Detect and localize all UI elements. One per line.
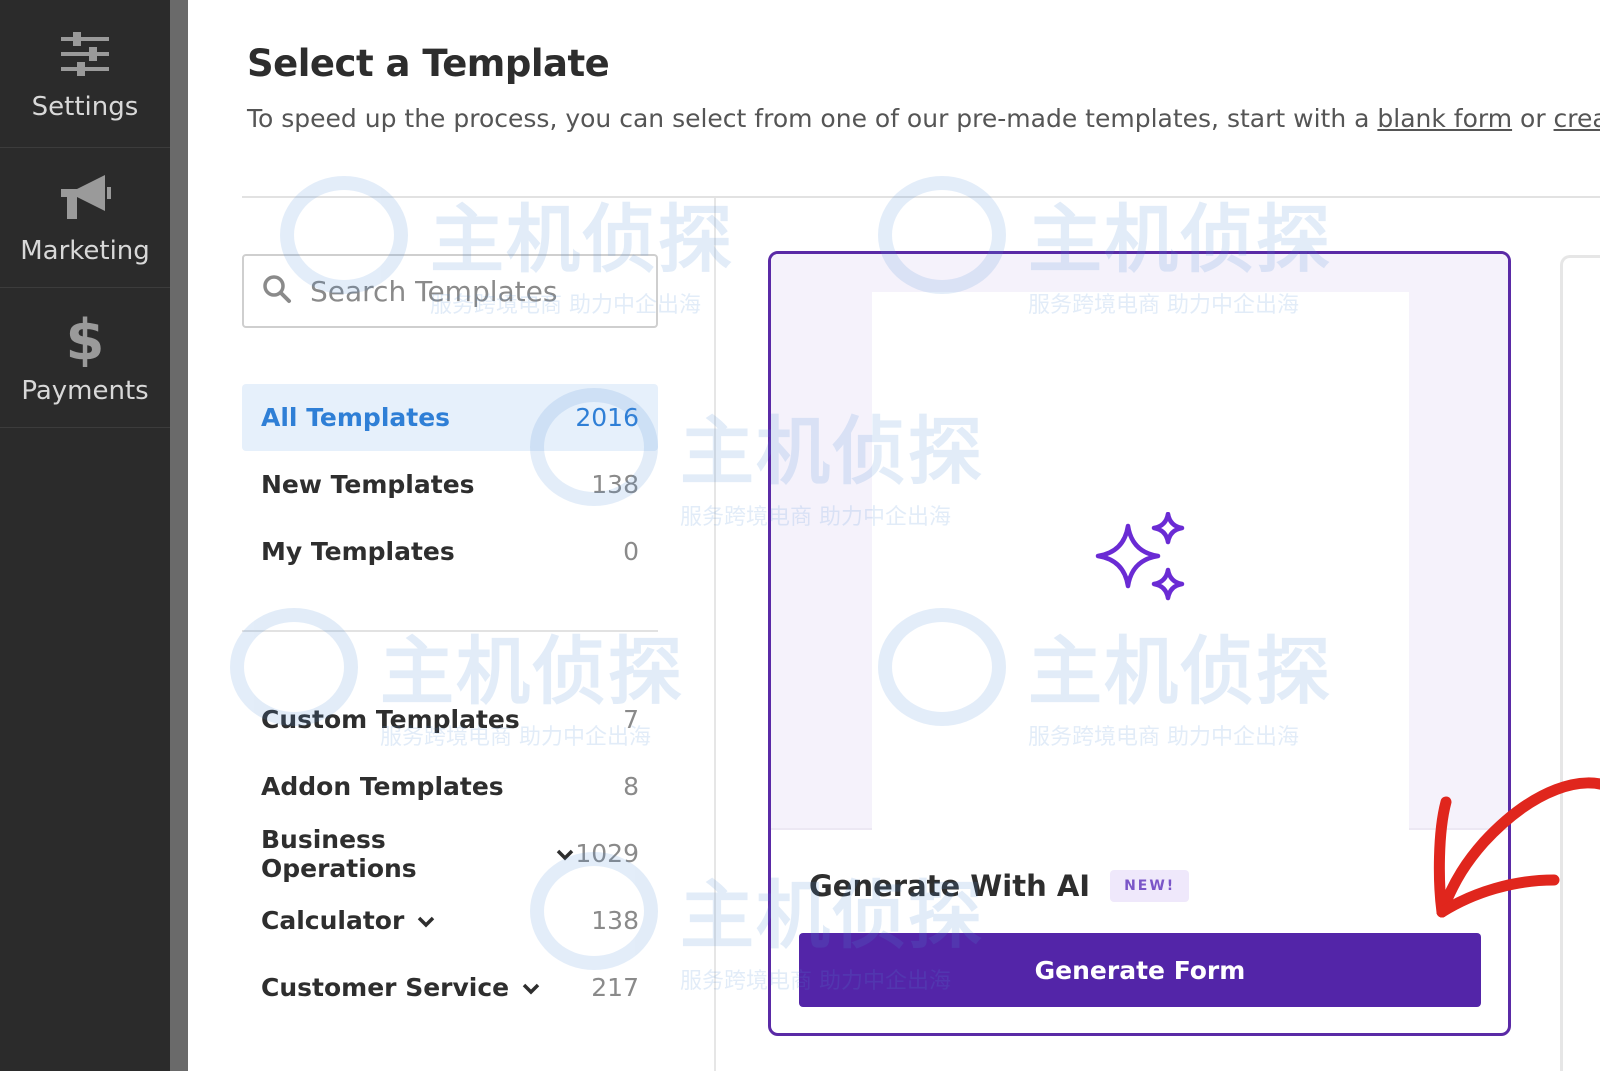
search-icon <box>262 274 292 309</box>
annotation-arrow-icon <box>1424 772 1600 937</box>
sidebar-item-label: Settings <box>31 91 139 122</box>
category-calculator[interactable]: Calculator 138 <box>242 887 658 954</box>
sidebar-edge <box>170 0 188 1071</box>
intro-prefix: To speed up the process, you can select … <box>247 104 1378 133</box>
template-selector: Select a Template To speed up the proces… <box>188 0 1600 1071</box>
category-list: All Templates 2016 New Templates 138 My … <box>242 384 658 1021</box>
chevron-down-icon[interactable] <box>555 839 575 868</box>
intro-text: To speed up the process, you can select … <box>247 104 1600 133</box>
category-name: Calculator <box>261 906 405 935</box>
divider <box>242 196 1600 198</box>
category-name-wrap: Calculator <box>261 906 436 935</box>
category-count: 0 <box>623 537 639 566</box>
category-name: Custom Templates <box>261 705 520 734</box>
search-box[interactable] <box>242 254 658 328</box>
category-business-operations[interactable]: Business Operations 1029 <box>242 820 658 887</box>
dollar-icon: $ <box>57 309 113 367</box>
page-title: Select a Template <box>247 42 610 85</box>
sidebar-item-label: Payments <box>21 375 149 406</box>
intro-middle: or <box>1512 104 1554 133</box>
search-input[interactable] <box>310 274 650 308</box>
category-count: 217 <box>591 973 639 1002</box>
megaphone-icon <box>57 170 113 226</box>
category-customer-service[interactable]: Customer Service 217 <box>242 954 658 1021</box>
category-new-templates[interactable]: New Templates 138 <box>242 451 658 518</box>
category-name-wrap: Business Operations <box>261 825 575 883</box>
category-my-templates[interactable]: My Templates 0 <box>242 518 658 585</box>
card-title: Generate With AI <box>809 869 1091 903</box>
next-template-card[interactable] <box>1560 255 1600 1071</box>
preview-paper <box>872 292 1409 830</box>
new-badge: NEW! <box>1110 870 1190 902</box>
create-link[interactable]: create <box>1554 104 1600 133</box>
category-count: 2016 <box>575 403 639 432</box>
card-title-row: Generate With AI NEW! <box>809 869 1190 903</box>
svg-text:$: $ <box>66 309 105 367</box>
ai-template-card[interactable]: Generate With AI NEW! Generate Form <box>768 251 1511 1036</box>
category-custom-templates[interactable]: Custom Templates 7 <box>242 686 658 753</box>
category-all-templates[interactable]: All Templates 2016 <box>242 384 658 451</box>
category-name: My Templates <box>261 537 455 566</box>
category-addon-templates[interactable]: Addon Templates 8 <box>242 753 658 820</box>
chevron-down-icon[interactable] <box>416 906 436 935</box>
sidebar-item-label: Marketing <box>20 235 150 266</box>
sliders-icon <box>57 26 113 82</box>
category-count: 138 <box>591 470 639 499</box>
chevron-down-icon[interactable] <box>521 973 541 1002</box>
category-name: New Templates <box>261 470 475 499</box>
generate-form-button[interactable]: Generate Form <box>799 933 1481 1007</box>
category-count: 7 <box>623 705 639 734</box>
category-name: All Templates <box>261 403 451 432</box>
category-count: 138 <box>591 906 639 935</box>
category-name: Customer Service <box>261 973 510 1002</box>
category-name: Business Operations <box>261 824 417 883</box>
column-divider <box>714 198 716 1071</box>
sidebar-item-marketing[interactable]: Marketing <box>0 148 170 288</box>
sidebar-item-payments[interactable]: $ Payments <box>0 288 170 428</box>
category-count: 8 <box>623 772 639 801</box>
sparkles-icon <box>1094 511 1190 613</box>
category-count: 1029 <box>575 839 639 868</box>
card-preview <box>771 254 1508 830</box>
sidebar-item-settings[interactable]: Settings <box>0 0 170 148</box>
category-divider <box>242 630 658 632</box>
category-name-wrap: Customer Service <box>261 973 541 1002</box>
category-name: Addon Templates <box>261 772 504 801</box>
admin-sidebar: Settings Marketing $ Payments <box>0 0 170 1071</box>
blank-form-link[interactable]: blank form <box>1377 104 1512 133</box>
